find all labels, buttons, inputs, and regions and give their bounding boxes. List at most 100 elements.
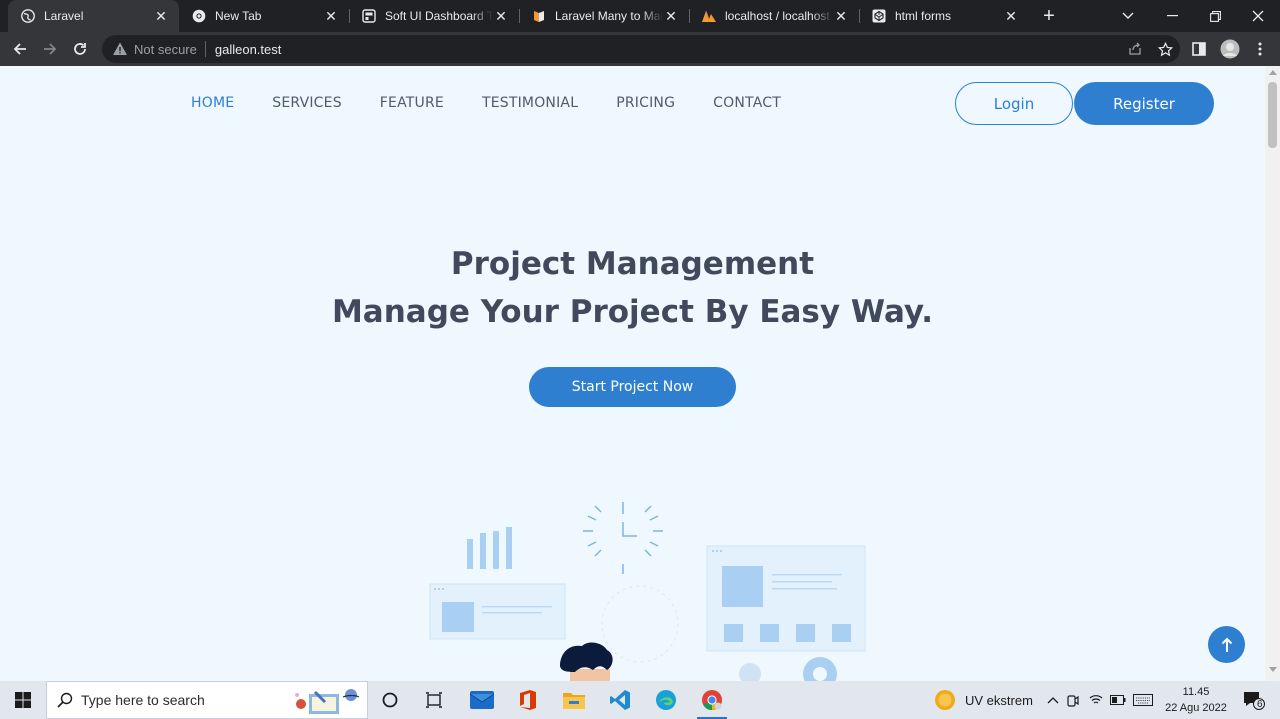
more-vert-icon [1258, 42, 1262, 56]
profile-button[interactable] [1218, 37, 1242, 61]
person-illustration [560, 642, 613, 681]
side-panel-button[interactable] [1187, 37, 1211, 61]
close-icon[interactable]: ✕ [663, 8, 679, 24]
back-button[interactable] [8, 37, 32, 61]
chrome-icon [191, 8, 207, 24]
clock[interactable]: 11.45 22 Agu 2022 [1162, 684, 1230, 716]
page-viewport: HOME SERVICES FEATURE TESTIMONIAL PRICIN… [0, 66, 1280, 681]
edge-app[interactable] [643, 681, 689, 719]
nav-feature[interactable]: FEATURE [380, 95, 444, 111]
nav-testimonial[interactable]: TESTIMONIAL [482, 95, 578, 111]
scroll-thumb[interactable] [1268, 82, 1277, 148]
notification-count: 6 [1257, 699, 1263, 710]
tab-title: Laravel [44, 9, 84, 23]
hero-illustration [429, 502, 866, 681]
page-scrollbar[interactable] [1265, 66, 1280, 681]
forward-button[interactable] [38, 37, 62, 61]
scroll-down-arrow[interactable] [1268, 667, 1277, 677]
clock-illustration [583, 502, 663, 574]
tab-title: Laravel Many to Many [555, 9, 663, 23]
warning-icon [113, 42, 127, 55]
tab-laravel-many[interactable]: Laravel Many to Many ✕ [519, 0, 689, 32]
restore-button[interactable] [1193, 0, 1237, 32]
mail-app[interactable] [459, 681, 505, 719]
scroll-up-arrow[interactable] [1268, 70, 1277, 80]
chrome-icon [702, 690, 722, 711]
close-icon[interactable]: ✕ [153, 8, 169, 24]
back-to-top-button[interactable] [1208, 626, 1245, 663]
windows-taskbar: Type here to search UV ekstrem 11.45 22 … [0, 681, 1280, 719]
mail-icon [470, 691, 494, 709]
bookmark-button[interactable] [1150, 41, 1180, 57]
avatar [1220, 39, 1240, 59]
phpmyadmin-icon [701, 8, 717, 24]
weather-label: UV ekstrem [965, 692, 1033, 708]
star-icon [1157, 41, 1173, 56]
close-icon[interactable]: ✕ [1003, 8, 1019, 24]
task-view-button[interactable] [411, 681, 457, 719]
share-button[interactable] [1120, 42, 1150, 56]
battery-icon[interactable] [1107, 695, 1129, 705]
reload-button[interactable] [68, 37, 92, 61]
vscode-app[interactable] [597, 681, 643, 719]
search-placeholder: Type here to search [81, 692, 205, 708]
tab-laravel[interactable]: Laravel ✕ [8, 0, 179, 32]
menu-button[interactable] [1248, 37, 1272, 61]
nav-services[interactable]: SERVICES [272, 95, 342, 111]
close-icon [1252, 10, 1264, 22]
login-button[interactable]: Login [955, 82, 1073, 125]
keyboard-icon[interactable] [1129, 694, 1157, 706]
meet-now-icon[interactable] [1061, 693, 1085, 707]
tab-localhost[interactable]: localhost / localhost / ✕ [689, 0, 859, 32]
weather-widget[interactable]: UV ekstrem [934, 681, 1033, 719]
windows-icon [15, 692, 31, 708]
security-label[interactable]: Not secure [134, 42, 197, 57]
start-project-button[interactable]: Start Project Now [529, 367, 736, 407]
arrow-right-icon [44, 43, 57, 55]
chrome-app[interactable] [689, 681, 735, 719]
dashboard-icon [361, 8, 377, 24]
edge-icon [656, 690, 676, 710]
gear-icon [739, 657, 837, 681]
close-icon[interactable]: ✕ [833, 8, 849, 24]
tab-new-tab[interactable]: New Tab ✕ [179, 0, 349, 32]
codepen-icon [871, 8, 887, 24]
minimize-button[interactable] [1150, 0, 1194, 32]
nav-contact[interactable]: CONTACT [713, 95, 781, 111]
file-explorer-app[interactable] [551, 681, 597, 719]
close-icon[interactable]: ✕ [323, 8, 339, 24]
search-icon [57, 692, 73, 708]
search-highlight-icon [295, 689, 360, 714]
nav-pricing[interactable]: PRICING [616, 95, 675, 111]
nav-home[interactable]: HOME [191, 95, 234, 111]
notification-center-button[interactable]: 6 [1234, 681, 1274, 719]
register-button[interactable]: Register [1074, 82, 1214, 125]
new-tab-button[interactable]: + [1037, 4, 1061, 28]
right-window-illustration [706, 545, 866, 652]
restore-icon [1209, 10, 1221, 22]
side-panel-icon [1192, 42, 1206, 56]
wifi-icon[interactable] [1085, 694, 1107, 706]
vscode-icon [610, 690, 630, 710]
task-view-icon [426, 692, 442, 708]
clock-date: 22 Agu 2022 [1165, 702, 1227, 714]
share-icon [1129, 42, 1141, 55]
taskbar-search[interactable]: Type here to search [46, 681, 368, 719]
tab-html-forms[interactable]: html forms ✕ [859, 0, 1029, 32]
url-text[interactable]: galleon.test [215, 42, 282, 57]
omnibox-divider [204, 41, 206, 57]
close-icon[interactable]: ✕ [493, 8, 509, 24]
office-app[interactable] [505, 681, 551, 719]
address-bar[interactable]: Not secure galleon.test [102, 35, 1180, 63]
tab-search-button[interactable] [1106, 0, 1150, 32]
cortana-button[interactable] [367, 681, 413, 719]
start-button[interactable] [0, 681, 46, 719]
left-window-illustration [429, 583, 566, 640]
clock-time: 11.45 [1182, 686, 1210, 698]
tab-soft-ui[interactable]: Soft UI Dashboard Tailwind ✕ [349, 0, 519, 32]
close-window-button[interactable] [1236, 0, 1280, 32]
arrow-left-icon [13, 43, 26, 55]
office-icon [520, 690, 536, 710]
folder-icon [563, 693, 585, 709]
chevron-up-icon[interactable] [1045, 696, 1061, 704]
